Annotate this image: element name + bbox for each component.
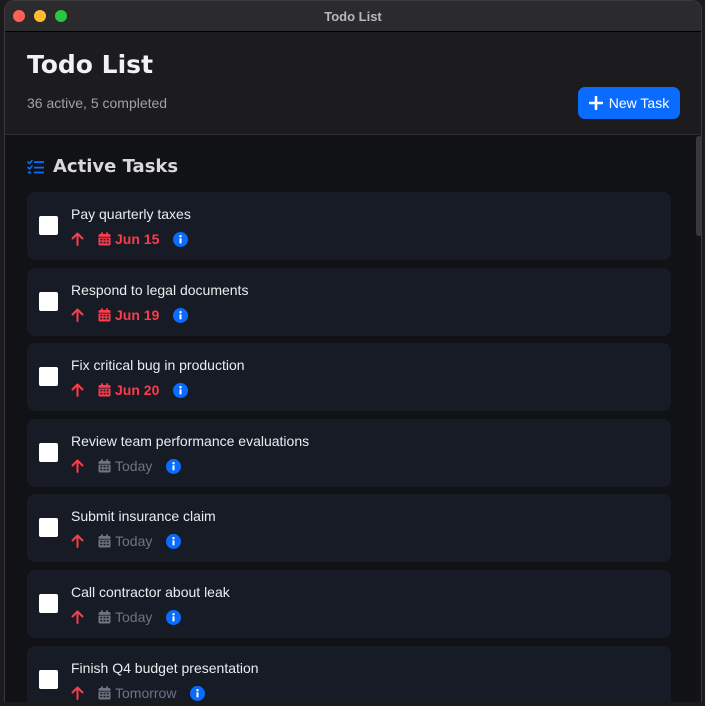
task-title: Call contractor about leak bbox=[71, 584, 230, 600]
task-due-date: Today bbox=[115, 533, 153, 549]
calendar-icon bbox=[98, 383, 111, 397]
plus-icon bbox=[588, 96, 603, 110]
task-title: Fix critical bug in production bbox=[71, 357, 245, 373]
window-title: Todo List bbox=[324, 8, 382, 24]
task-title: Submit insurance claim bbox=[71, 508, 216, 524]
arrow-up-icon bbox=[71, 383, 84, 397]
calendar-icon bbox=[98, 686, 111, 700]
task-meta: Tomorrow bbox=[71, 684, 206, 702]
section-header: Active Tasks bbox=[27, 156, 178, 177]
task-row[interactable]: Finish Q4 budget presentation Tomorrow bbox=[27, 646, 671, 705]
arrow-up-icon bbox=[71, 459, 84, 473]
task-due-date: Tomorrow bbox=[115, 685, 177, 701]
background-strip bbox=[0, 702, 705, 706]
app-window: Todo List Todo List 36 active, 5 complet… bbox=[4, 0, 702, 706]
arrow-up-icon bbox=[71, 232, 84, 246]
task-title: Review team performance evaluations bbox=[71, 433, 310, 449]
task-title: Pay quarterly taxes bbox=[71, 206, 191, 222]
section-title: Active Tasks bbox=[53, 156, 179, 177]
calendar-icon bbox=[98, 308, 111, 322]
minimize-window-button[interactable] bbox=[34, 10, 46, 22]
task-meta: Today bbox=[71, 532, 182, 550]
page-title: Todo List bbox=[27, 50, 154, 79]
task-list-area: Active Tasks Pay quarterly taxes Jun 15 bbox=[5, 136, 701, 705]
task-checkbox[interactable] bbox=[39, 670, 58, 689]
info-icon[interactable] bbox=[173, 382, 189, 398]
new-task-button[interactable]: New Task bbox=[578, 87, 680, 119]
arrow-up-icon bbox=[71, 534, 84, 548]
task-meta: Jun 19 bbox=[71, 306, 189, 324]
info-icon[interactable] bbox=[190, 685, 206, 701]
task-due-date: Today bbox=[115, 458, 153, 474]
task-due-date: Jun 15 bbox=[115, 231, 160, 247]
task-meta: Today bbox=[71, 457, 182, 475]
task-meta: Today bbox=[71, 608, 182, 626]
calendar-icon bbox=[98, 459, 111, 473]
task-count-summary: 36 active, 5 completed bbox=[27, 95, 168, 111]
close-window-button[interactable] bbox=[13, 10, 25, 22]
new-task-label: New Task bbox=[608, 95, 670, 111]
task-row[interactable]: Fix critical bug in production Jun 20 bbox=[27, 343, 671, 411]
info-icon[interactable] bbox=[166, 458, 182, 474]
info-icon[interactable] bbox=[173, 307, 189, 323]
checklist-icon bbox=[27, 159, 44, 173]
task-checkbox[interactable] bbox=[39, 292, 58, 311]
titlebar[interactable]: Todo List bbox=[5, 1, 701, 32]
calendar-icon bbox=[98, 232, 111, 246]
arrow-up-icon bbox=[71, 610, 84, 624]
task-row[interactable]: Pay quarterly taxes Jun 15 bbox=[27, 192, 671, 260]
task-checkbox[interactable] bbox=[39, 216, 58, 235]
calendar-icon bbox=[98, 610, 111, 624]
zoom-window-button[interactable] bbox=[55, 10, 67, 22]
task-row[interactable]: Call contractor about leak Today bbox=[27, 570, 671, 638]
task-title: Respond to legal documents bbox=[71, 282, 249, 298]
info-icon[interactable] bbox=[166, 533, 182, 549]
task-meta: Jun 15 bbox=[71, 230, 189, 248]
window-controls bbox=[13, 10, 67, 22]
task-meta: Jun 20 bbox=[71, 381, 189, 399]
arrow-up-icon bbox=[71, 308, 84, 322]
app-header: Todo List 36 active, 5 completed New Tas… bbox=[5, 32, 701, 135]
task-title: Finish Q4 budget presentation bbox=[71, 660, 259, 676]
info-icon[interactable] bbox=[173, 231, 189, 247]
task-checkbox[interactable] bbox=[39, 367, 58, 386]
scrollbar-thumb[interactable] bbox=[696, 136, 701, 236]
task-due-date: Jun 19 bbox=[115, 307, 160, 323]
task-due-date: Jun 20 bbox=[115, 382, 160, 398]
calendar-icon bbox=[98, 534, 111, 548]
info-icon[interactable] bbox=[166, 609, 182, 625]
task-row[interactable]: Review team performance evaluations Toda… bbox=[27, 419, 671, 487]
task-checkbox[interactable] bbox=[39, 594, 58, 613]
task-checkbox[interactable] bbox=[39, 443, 58, 462]
task-due-date: Today bbox=[115, 609, 153, 625]
task-row[interactable]: Submit insurance claim Today bbox=[27, 494, 671, 562]
task-checkbox[interactable] bbox=[39, 518, 58, 537]
arrow-up-icon bbox=[71, 686, 84, 700]
scrollbar[interactable] bbox=[695, 136, 701, 705]
task-row[interactable]: Respond to legal documents Jun 19 bbox=[27, 268, 671, 336]
